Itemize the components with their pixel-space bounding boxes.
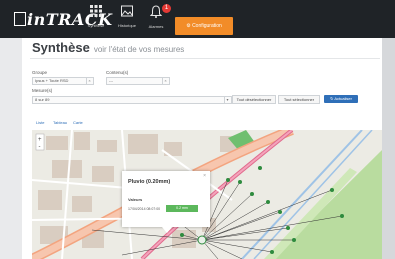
tab-tableau[interactable]: Tableau — [53, 120, 67, 125]
svg-text:+: + — [38, 137, 42, 143]
configuration-button-label: Configuration — [192, 23, 222, 29]
refresh-button[interactable]: ↻ Actualiser — [324, 95, 358, 103]
popup-value-badge: 0.2 mm — [166, 205, 198, 212]
clear-icon[interactable]: × — [86, 78, 92, 84]
logo-mark-icon — [14, 12, 26, 26]
popup-values-label: Valeurs — [128, 197, 143, 202]
nav-label-synthese: Synthèse — [87, 23, 105, 28]
deselect-all-button[interactable]: Tout désélectionner — [232, 95, 276, 104]
alarm-count-badge: 1 — [162, 4, 171, 13]
map-view[interactable]: + - × Pluvio (0.20mm) Valeurs 17/04/2014… — [32, 130, 382, 259]
nav-label-historique: Historique — [117, 23, 136, 28]
nav-label-alarmes: Alarmes — [148, 24, 164, 29]
contenus-select[interactable]: --- × — [106, 77, 170, 85]
close-icon[interactable]: × — [203, 173, 206, 179]
groupe-select-value: Ipsus + Toute RSD — [35, 78, 69, 83]
page-title: Synthèse voir l'état de vos mesures — [32, 40, 184, 55]
contenus-label: Contenu(s) — [106, 70, 129, 75]
top-navbar: inTRACK Synthèse Historique Alarmes 1 ⚙ … — [0, 0, 395, 38]
groupe-label: Groupe — [32, 70, 48, 75]
popup-date: 17/04/2014 08:07:00 — [128, 207, 161, 211]
svg-text:-: - — [39, 144, 41, 150]
refresh-button-label: Actualiser — [334, 96, 352, 101]
popup-pointer — [162, 227, 172, 233]
gear-icon: ⚙ — [186, 23, 191, 29]
refresh-icon: ↻ — [330, 96, 334, 101]
marker-popup: × Pluvio (0.20mm) Valeurs 17/04/2014 08:… — [122, 171, 210, 233]
chevron-down-icon[interactable]: ▾ — [224, 97, 230, 103]
page-title-text: Synthèse — [32, 40, 90, 55]
mesures-select-value: 8 sur 89 — [35, 97, 50, 102]
title-divider — [30, 58, 380, 59]
main-panel: Synthèse voir l'état de vos mesures Group… — [22, 38, 382, 259]
configuration-button[interactable]: ⚙ Configuration — [175, 17, 233, 35]
clear-icon[interactable]: × — [162, 78, 168, 84]
page-subtitle: voir l'état de vos mesures — [93, 45, 185, 54]
mesures-label: Mesure(s) — [32, 88, 53, 93]
contenus-select-value: --- — [109, 78, 113, 83]
tab-liste[interactable]: Liste — [36, 120, 44, 125]
mesures-select[interactable]: 8 sur 89 ▾ — [32, 96, 232, 104]
popup-title: Pluvio (0.20mm) — [128, 179, 171, 185]
groupe-select[interactable]: Ipsus + Toute RSD × — [32, 77, 94, 85]
select-all-button[interactable]: Tout sélectionner — [278, 95, 320, 104]
tab-carte[interactable]: Carte — [73, 120, 83, 125]
